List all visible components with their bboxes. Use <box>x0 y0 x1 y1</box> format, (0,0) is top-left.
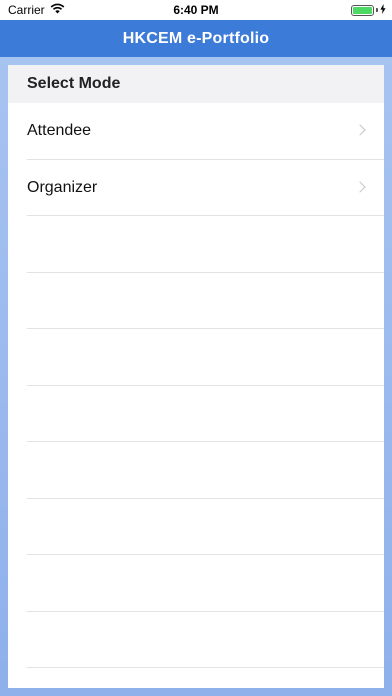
battery-level <box>353 6 372 14</box>
empty-row <box>8 499 384 556</box>
battery-tip <box>376 8 378 12</box>
empty-row <box>8 386 384 443</box>
empty-row <box>8 442 384 499</box>
empty-row <box>8 612 384 669</box>
content-frame: Select Mode Attendee Organizer <box>0 57 392 696</box>
chevron-right-icon <box>354 181 366 193</box>
list-item-organizer[interactable]: Organizer <box>8 160 384 217</box>
list-item-label: Organizer <box>27 178 98 196</box>
page-title: HKCEM e-Portfolio <box>122 29 270 47</box>
charging-bolt-icon <box>380 3 386 17</box>
empty-row <box>8 216 384 273</box>
mode-list: Select Mode Attendee Organizer <box>8 65 384 688</box>
status-time: 6:40 PM <box>173 3 219 17</box>
empty-row <box>8 329 384 386</box>
navigation-bar: HKCEM e-Portfolio <box>0 20 392 57</box>
empty-row <box>8 273 384 330</box>
status-bar: Carrier 6:40 PM <box>0 0 392 20</box>
empty-row <box>8 555 384 612</box>
list-item-label: Attendee <box>27 122 92 140</box>
list-item-attendee[interactable]: Attendee <box>8 103 384 160</box>
status-right <box>351 3 386 17</box>
chevron-right-icon <box>354 124 366 136</box>
battery-icon <box>351 4 374 16</box>
section-header: Select Mode <box>8 65 384 103</box>
